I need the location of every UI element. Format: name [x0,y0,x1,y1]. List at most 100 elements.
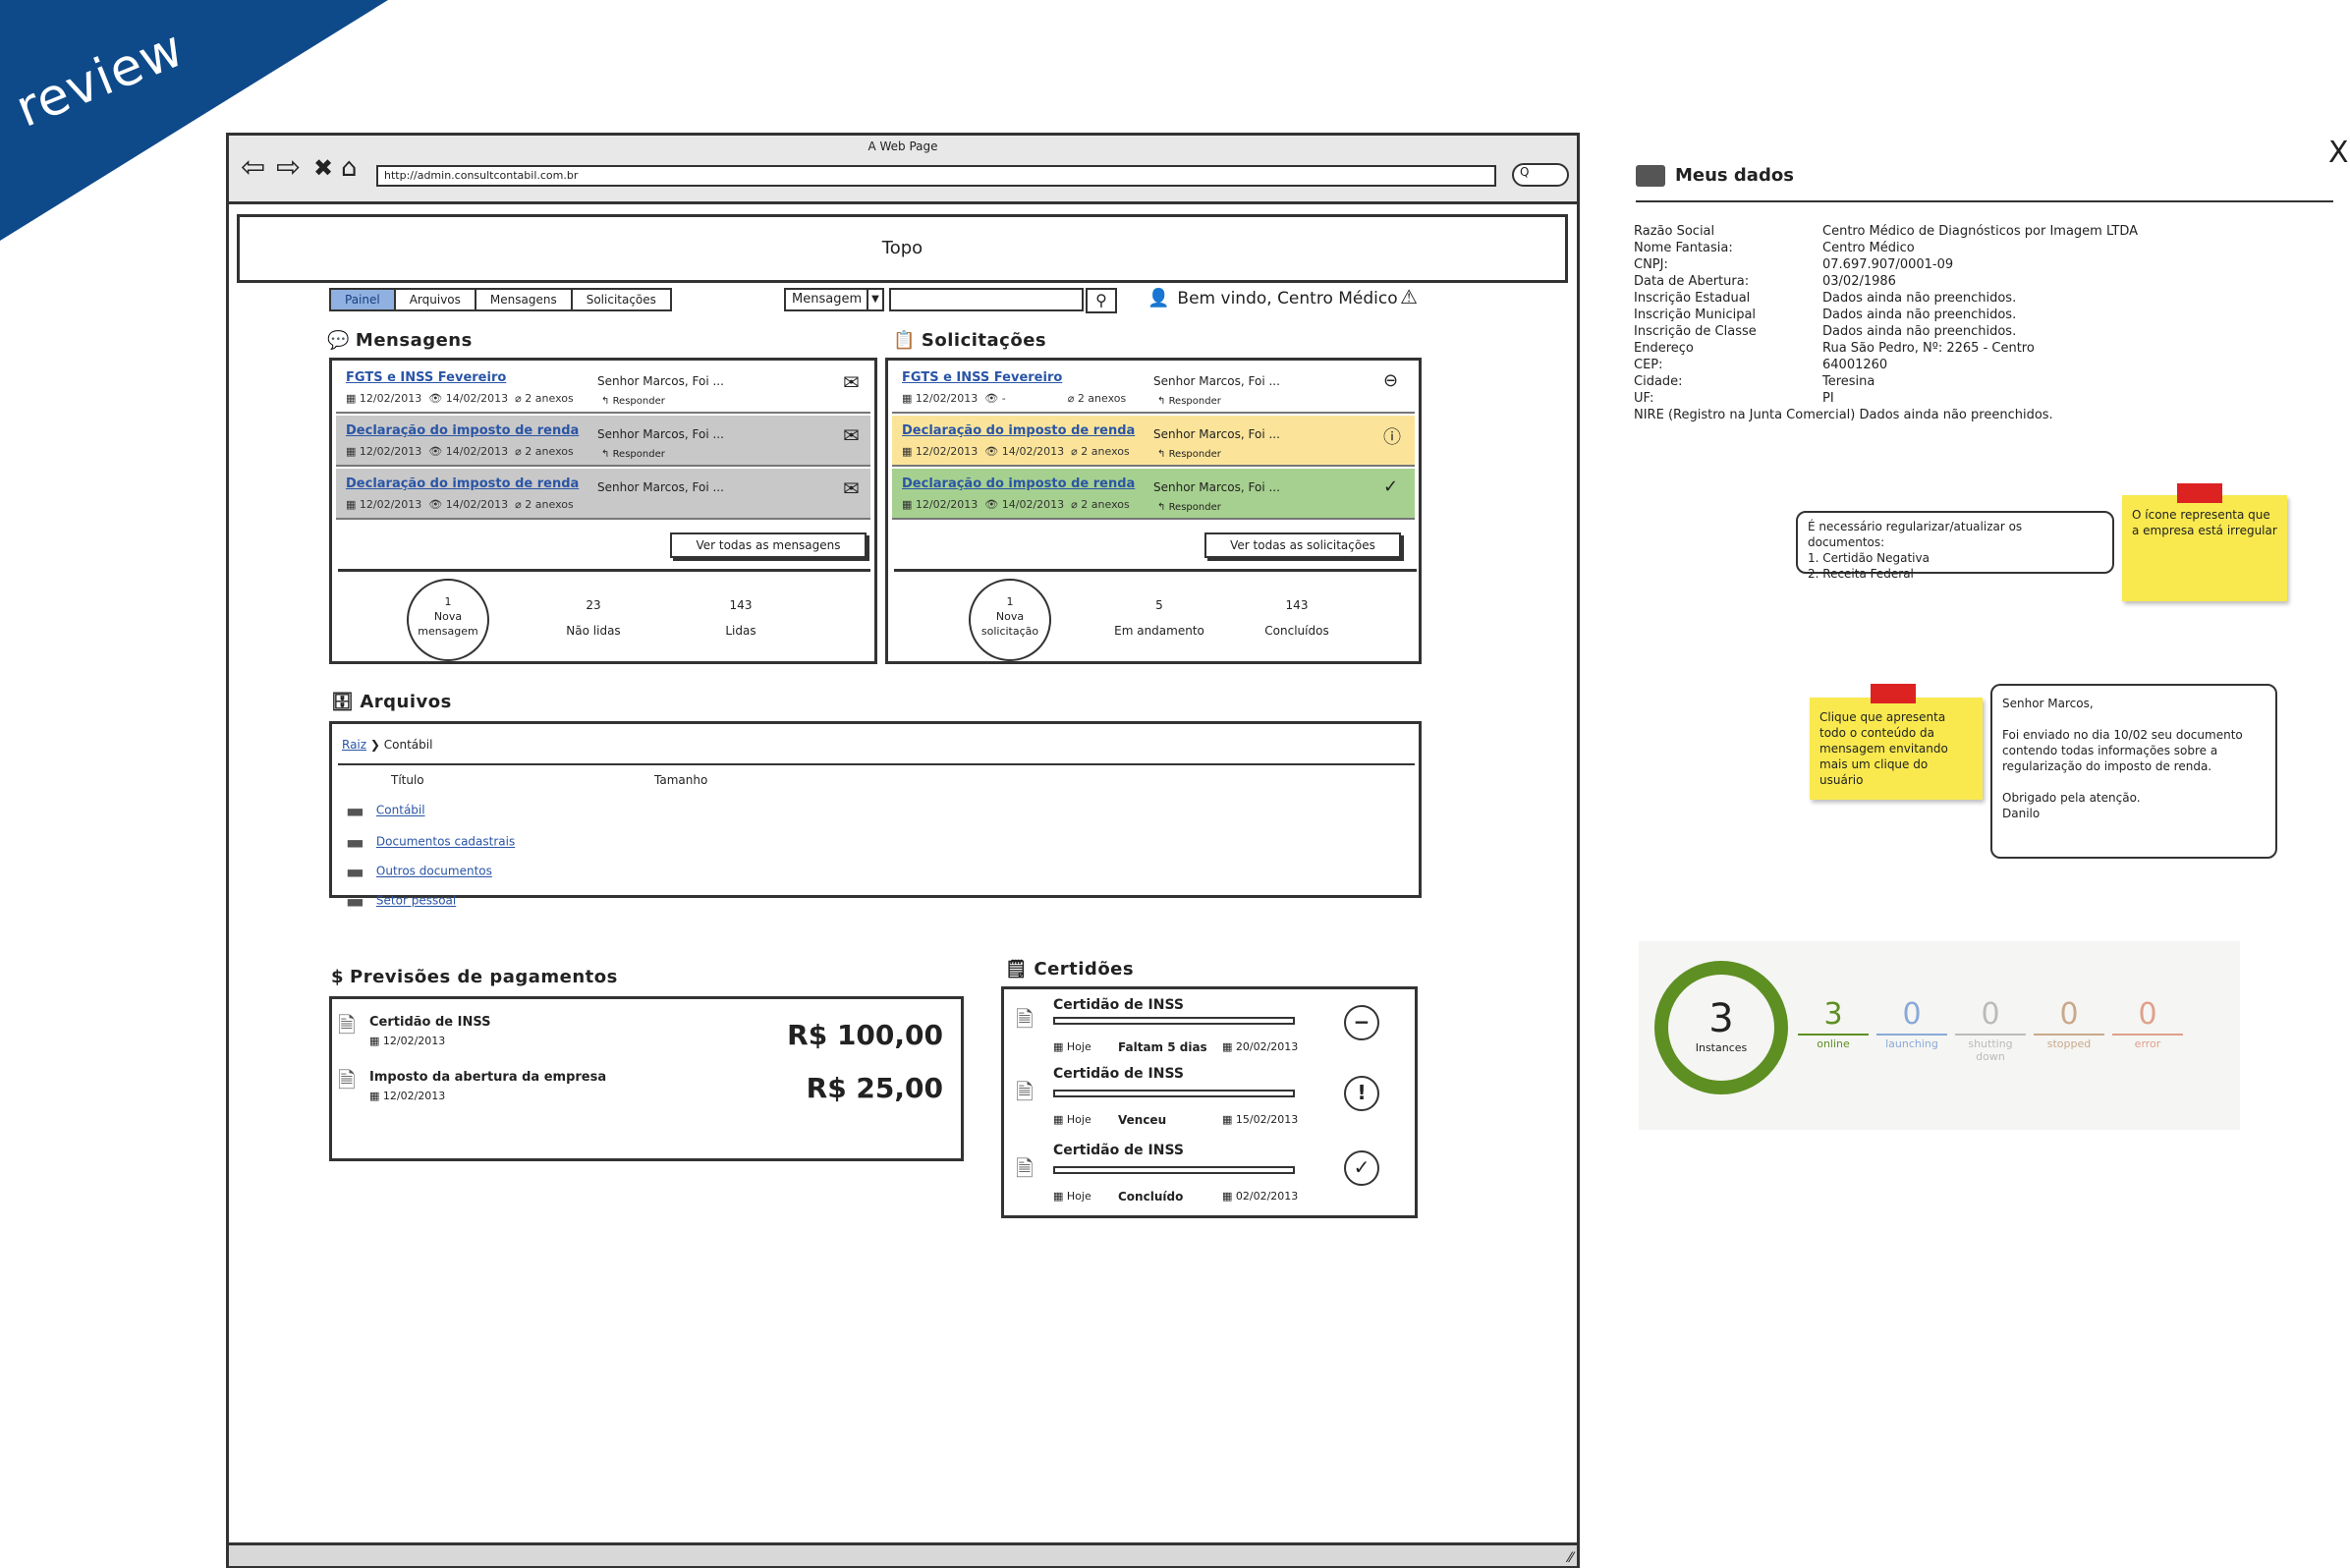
folder-row[interactable]: ▬ Outros documentos [346,860,492,883]
request-title[interactable]: Declaração do imposto de renda [902,423,1135,438]
search-type-select[interactable]: Mensagem ▼ [784,288,884,311]
payment-item[interactable]: 🗎 Certidão de INSS ▦ 12/02/2013 R$ 100,0… [332,999,961,1054]
stop-icon[interactable]: ✖ [313,153,333,183]
sticky-note-irregular: O ícone representa que a empresa está ir… [2122,495,2287,601]
progress-bar [1053,1090,1295,1097]
browser-search-icon[interactable]: Q [1512,163,1569,187]
close-icon[interactable]: X [2328,136,2349,170]
resize-handle-icon[interactable]: ⁄⁄ [1568,1550,1573,1566]
nova-solicitacao-circle[interactable]: 1 Nova solicitação [969,579,1051,661]
certidao-title: Certidão de INSS [1053,1066,1184,1082]
stat-stopped: 0 stopped [2034,998,2104,1050]
reply-link[interactable]: ↰ Responder [1157,396,1221,407]
divider [1636,200,2333,202]
request-title[interactable]: FGTS e INSS Fevereiro [902,370,1062,385]
stat-concluidos: 143 Concluídos [1264,598,1329,638]
request-title[interactable]: Declaração do imposto de renda [902,476,1135,491]
certidao-hoje: ▦ Hoje [1053,1190,1091,1203]
pdf-icon: 🗎 [1016,1081,1034,1105]
reply-link[interactable]: ↰ Responder [1157,449,1221,460]
url-bar[interactable]: http://admin.consultcontabil.com.br [376,165,1496,187]
search-icon[interactable]: ⚲ [1086,288,1117,313]
message-title[interactable]: FGTS e INSS Fevereiro [346,370,506,385]
message-sender: Senhor Marcos, Foi ... [597,427,724,441]
message-title[interactable]: Declaração do imposto de renda [346,476,579,491]
folder-link[interactable]: Outros documentos [376,865,492,878]
search-type-value: Mensagem [792,292,863,307]
message-meta: ▦ 12/02/2013 👁 14/02/2013 ⌀ 2 anexos [346,498,574,511]
stat-online: 3 online [1798,998,1869,1050]
tape [1871,684,1916,703]
nova-mensagem-text: 1 Nova mensagem [418,595,478,638]
meus-dados-title: Meus dados [1675,165,1794,186]
forward-arrow-icon[interactable]: ⇨ [276,153,301,183]
progress-bar [1053,1017,1295,1025]
user-icon: 👤 [1147,288,1170,308]
mensagens-panel: FGTS e INSS Fevereiro ▦ 12/02/2013 👁 14/… [329,358,877,664]
back-arrow-icon[interactable]: ⇦ [241,153,265,183]
message-sender: Senhor Marcos, Foi ... [597,480,724,494]
warning-icon[interactable]: ⚠ [1400,285,1418,308]
stat-error: 0 error [2112,998,2183,1050]
envelope-icon: ✉ [843,370,860,394]
nova-solicitacao-text: 1 Nova solicitação [980,595,1039,638]
reply-link[interactable]: ↰ Responder [601,449,665,460]
browser-titlebar: A Web Page ⇦ ⇨ ✖ ⌂ http://admin.consultc… [229,136,1577,204]
folder-row[interactable]: ▬ Contábil [346,799,425,822]
reply-link[interactable]: ↰ Responder [601,396,665,407]
request-sender: Senhor Marcos, Foi ... [1153,427,1280,441]
envelope-open-icon: ✉ [843,423,860,447]
field-row: Razão Social Centro Médico de Diagnóstico… [1634,224,2139,239]
tab-mensagens[interactable]: Mensagens [476,290,573,309]
certidao-item[interactable]: 🗎 Certidão de INSS ▦ Hoje Venceu ▦ 15/02… [1010,1066,1379,1139]
request-item[interactable]: Declaração do imposto de renda ▦ 12/02/2… [892,469,1415,520]
home-icon[interactable]: ⌂ [341,153,358,183]
folder-link[interactable]: Documentos cadastrais [376,835,515,849]
field-row: Inscrição Estadual Dados ainda não preenc… [1634,291,2017,306]
reply-link[interactable]: ↰ Responder [1157,502,1221,513]
request-item[interactable]: Declaração do imposto de renda ▦ 12/02/2… [892,416,1415,467]
folder-row[interactable]: ▬ Documentos cadastrais [346,830,515,854]
folder-row[interactable]: ▬ Setor pessoal [346,889,456,913]
callout-documents: É necessário regularizar/atualizar os do… [1796,511,2114,581]
payment-title: Certidão de INSS [369,1015,491,1030]
exclamation-circle-icon: ! [1344,1076,1379,1111]
certidao-item[interactable]: 🗎 Certidão de INSS ▦ Hoje Faltam 5 dias … [1010,993,1379,1066]
message-item[interactable]: Declaração do imposto de renda ▦ 12/02/2… [336,469,870,520]
window-title: A Web Page [867,140,938,153]
search-input[interactable] [889,288,1084,311]
breadcrumb-root[interactable]: Raiz [342,738,366,752]
folder-icon: ▬ [346,860,364,883]
certidao-date: ▦ 15/02/2013 [1222,1113,1299,1126]
certidao-item[interactable]: 🗎 Certidão de INSS ▦ Hoje Concluído ▦ 02… [1010,1143,1379,1215]
column-titulo[interactable]: Título [391,773,424,787]
browser-window: A Web Page ⇦ ⇨ ✖ ⌂ http://admin.consultc… [226,133,1580,1568]
message-item[interactable]: Declaração do imposto de renda ▦ 12/02/2… [336,416,870,467]
check-circle-icon: ✓ [1344,1150,1379,1186]
column-tamanho[interactable]: Tamanho [654,773,707,787]
message-title[interactable]: Declaração do imposto de renda [346,423,579,438]
meus-dados-heading: Meus dados [1636,165,1794,187]
tab-painel[interactable]: Painel [331,290,396,309]
certidoes-panel: 🗎 Certidão de INSS ▦ Hoje Faltam 5 dias … [1001,986,1418,1218]
message-meta: ▦ 12/02/2013 👁 14/02/2013 ⌀ 2 anexos [346,445,574,458]
nova-mensagem-circle[interactable]: 1 Nova mensagem [407,579,489,661]
tab-arquivos[interactable]: Arquivos [395,290,476,309]
field-row: CNPJ: 07.697.907/0001-09 [1634,257,1954,272]
ver-todas-solicitacoes-button[interactable]: Ver todas as solicitações [1204,532,1401,558]
arquivos-heading: 🗄 Arquivos [331,692,452,712]
mensagens-heading: 💬 Mensagens [327,330,473,351]
payment-item[interactable]: 🗎 Imposto da abertura da empresa ▦ 12/02… [332,1054,961,1109]
folder-link[interactable]: Contábil [376,804,425,817]
cabinet-icon: 🗄 [331,692,355,712]
request-meta: ▦ 12/02/2013 👁 14/02/2013 ⌀ 2 anexos [902,498,1130,511]
folder-link[interactable]: Setor pessoal [376,894,456,908]
breadcrumb-current: Contábil [383,738,433,752]
request-meta: ▦ 12/02/2013 👁 14/02/2013 ⌀ 2 anexos [902,445,1130,458]
request-item[interactable]: FGTS e INSS Fevereiro ▦ 12/02/2013 👁 - ⌀… [892,363,1415,414]
tab-solicitacoes[interactable]: Solicitações [572,290,670,309]
ver-todas-mensagens-button[interactable]: Ver todas as mensagens [670,532,867,558]
stat-em-andamento: 5 Em andamento [1114,598,1204,638]
message-item[interactable]: FGTS e INSS Fevereiro ▦ 12/02/2013 👁 14/… [336,363,870,414]
certidao-title: Certidão de INSS [1053,997,1184,1013]
